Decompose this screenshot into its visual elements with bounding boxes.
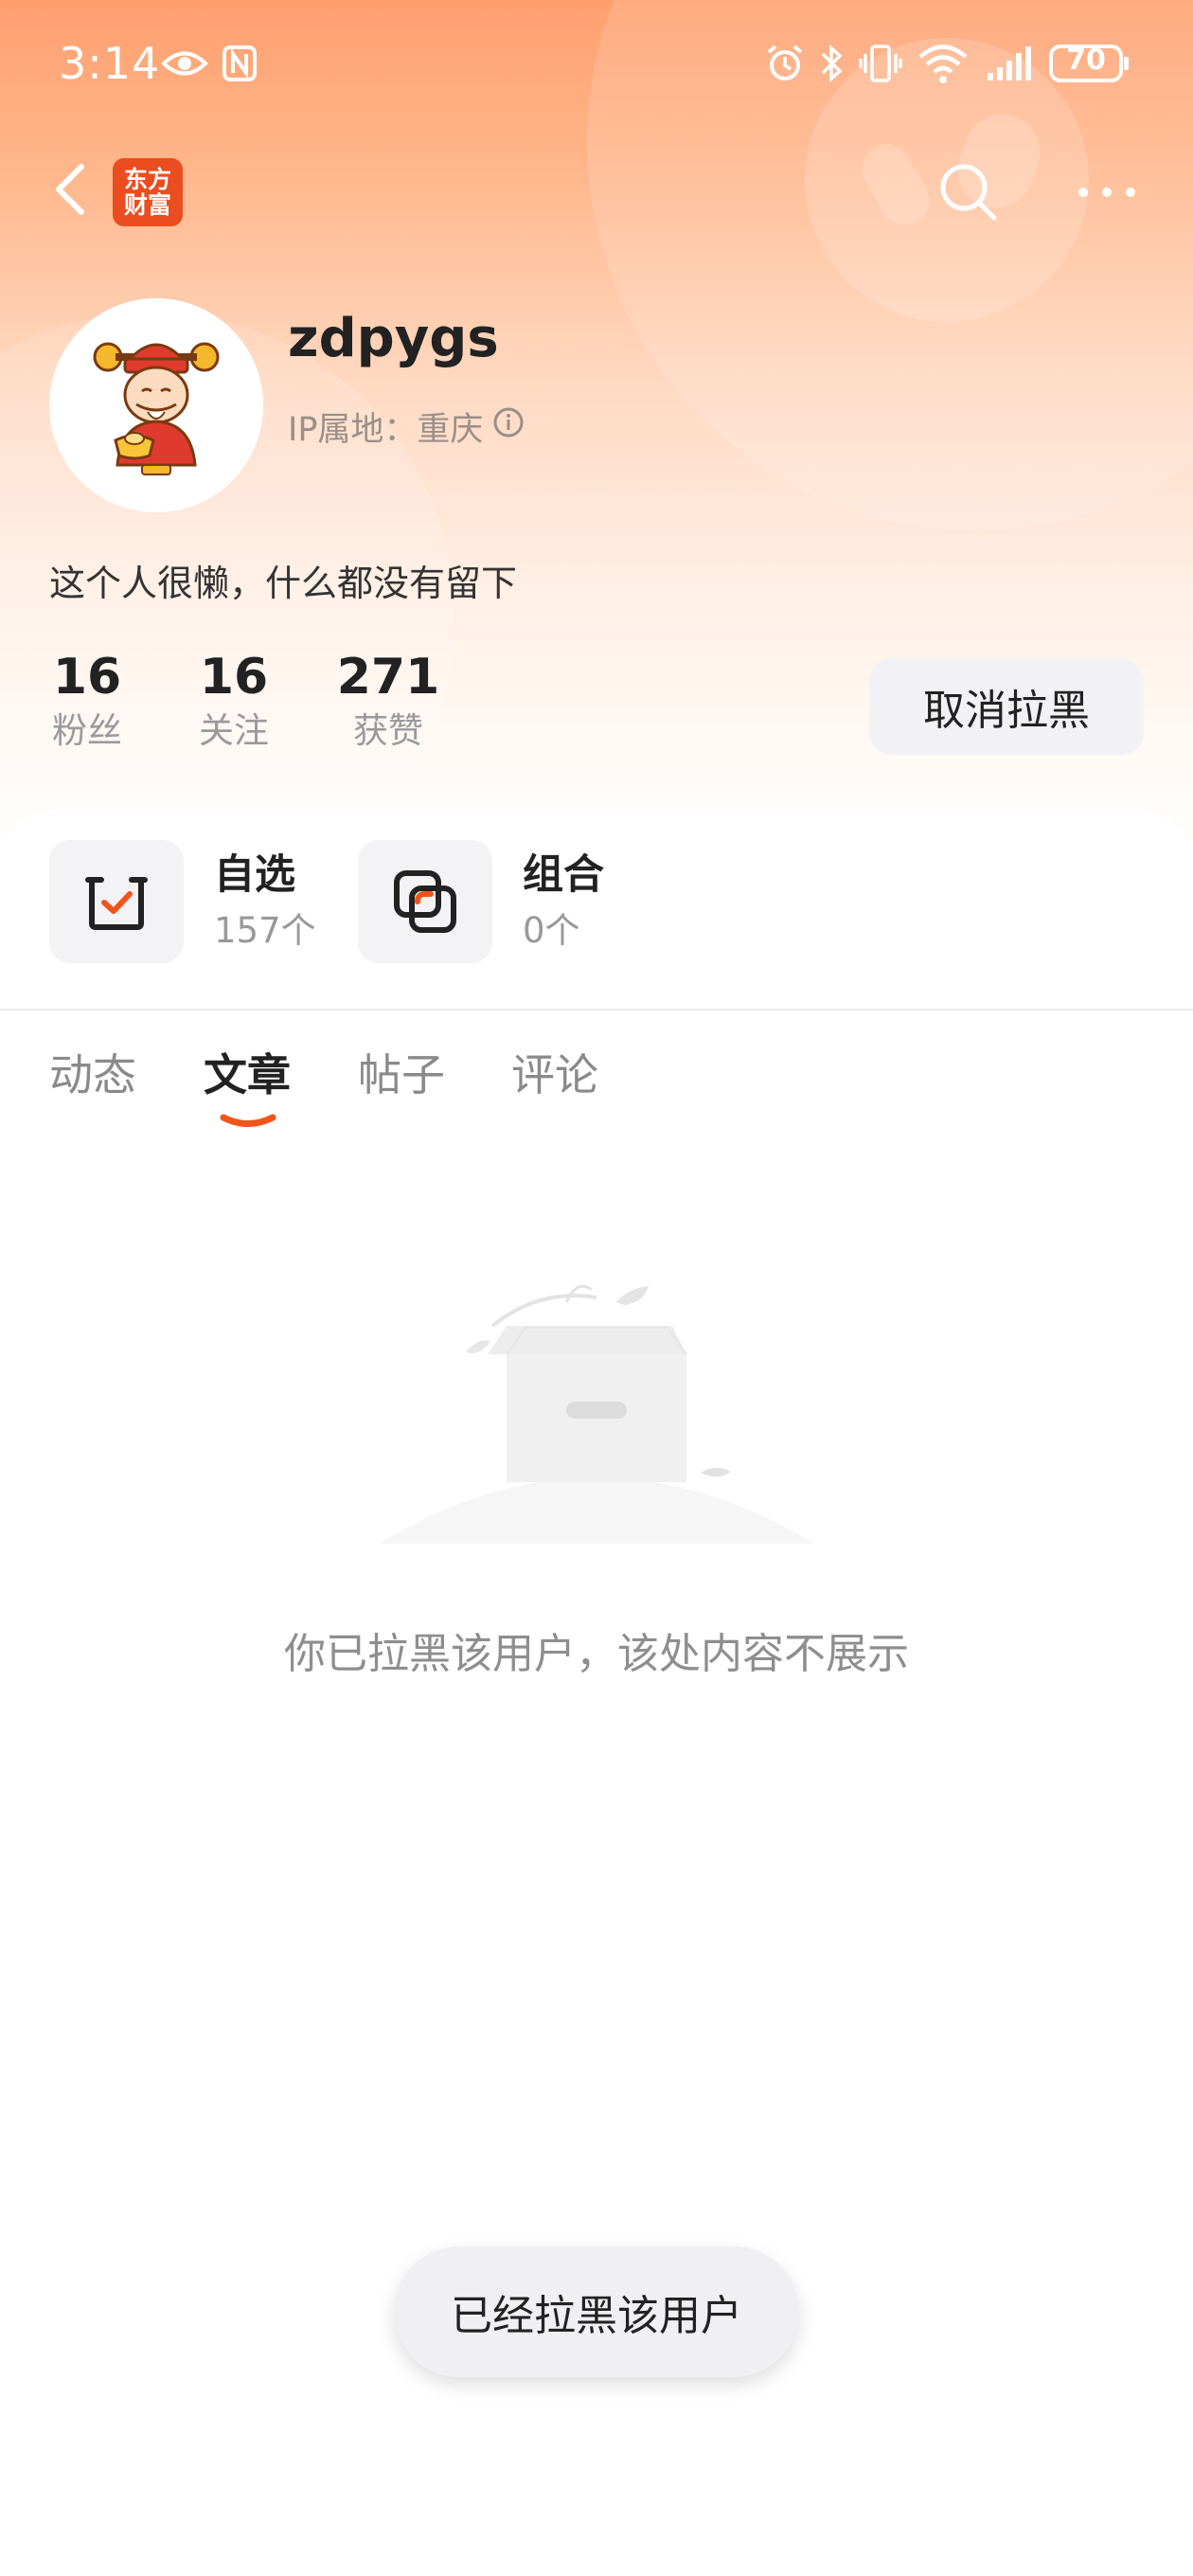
wifi-icon — [917, 42, 970, 85]
stat-value: 271 — [336, 649, 440, 706]
content-tabs: 动态 文章 帖子 评论 — [0, 1037, 1193, 1151]
empty-box-icon — [379, 1284, 814, 1544]
logo-text-line1: 东方 — [123, 166, 171, 193]
chevron-left-icon — [56, 164, 84, 215]
search-button[interactable] — [935, 159, 1002, 225]
watchlist-entry[interactable]: 自选 157个 — [49, 840, 316, 963]
toast-message: 已经拉黑该用户 — [394, 2246, 799, 2377]
ip-location: IP属地：重庆 — [288, 402, 525, 451]
stat-value: 16 — [199, 649, 269, 706]
logo-text-line2: 财富 — [123, 191, 171, 219]
nfc-icon — [220, 42, 259, 85]
portfolio-entry[interactable]: 组合 0个 — [358, 840, 604, 963]
back-button[interactable] — [44, 152, 100, 227]
stat-label: 粉丝 — [52, 710, 122, 751]
stat-label: 关注 — [199, 710, 269, 751]
watchlist-title: 自选 — [214, 851, 295, 899]
vibrate-icon — [858, 42, 903, 85]
eye-icon — [159, 42, 210, 85]
portfolio-combo-icon — [394, 870, 456, 933]
portfolio-title: 组合 — [523, 851, 604, 899]
stat-followers[interactable]: 16 粉丝 — [47, 647, 127, 755]
tab-dynamics[interactable]: 动态 — [49, 1037, 136, 1113]
bio: 这个人很懒，什么都没有留下 — [49, 563, 518, 604]
avatar[interactable] — [49, 298, 263, 512]
tab-posts[interactable]: 帖子 — [358, 1037, 445, 1113]
alarm-icon — [763, 42, 807, 85]
watchlist-count: 157个 — [214, 910, 316, 951]
god-of-wealth-avatar-icon — [49, 298, 263, 512]
stat-label: 获赞 — [353, 710, 423, 751]
app-logo[interactable]: 东方 财富 — [113, 158, 183, 226]
search-icon — [940, 164, 997, 221]
tab-articles[interactable]: 文章 — [204, 1037, 291, 1113]
watchlist-check-icon — [85, 877, 148, 930]
more-dots-icon — [1078, 188, 1135, 197]
portfolio-icon-box — [358, 840, 492, 963]
username: zdpygs — [288, 308, 499, 369]
tab-comments[interactable]: 评论 — [511, 1037, 598, 1113]
watchlist-icon-box — [49, 840, 184, 963]
empty-state-message: 你已拉黑该用户，该处内容不展示 — [284, 1630, 909, 1678]
unblock-button[interactable]: 取消拉黑 — [869, 658, 1144, 755]
signal-icon — [985, 42, 1036, 85]
stat-likes[interactable]: 271 获赞 — [336, 647, 440, 755]
more-button[interactable] — [1074, 170, 1140, 214]
bluetooth-icon — [816, 42, 848, 85]
status-time: 3:14 — [59, 38, 161, 89]
stat-value: 16 — [52, 649, 122, 706]
battery-icon: 70 — [1049, 42, 1131, 85]
active-tab-indicator — [220, 1114, 276, 1127]
stat-following[interactable]: 16 关注 — [194, 647, 274, 755]
portfolio-count: 0个 — [523, 910, 580, 951]
status-bar: 3:14 70 — [0, 0, 1193, 133]
battery-level: 70 — [1066, 44, 1106, 77]
ip-location-text: IP属地：重庆 — [288, 411, 484, 449]
divider — [0, 1009, 1193, 1011]
info-icon[interactable] — [492, 406, 525, 447]
